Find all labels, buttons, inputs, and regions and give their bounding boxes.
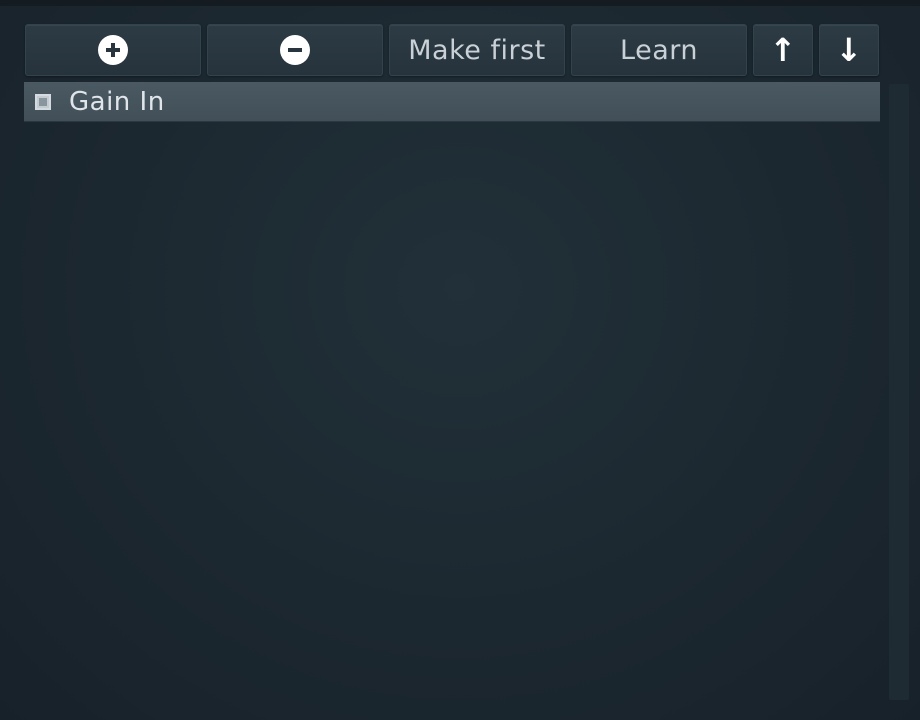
plus-circle-icon (98, 35, 128, 65)
toolbar: Make first Learn ↑ ↓ (25, 24, 880, 76)
parameter-list-window: Make first Learn ↑ ↓ Gain In (0, 0, 920, 720)
move-up-button[interactable]: ↑ (753, 24, 813, 76)
add-button[interactable] (25, 24, 201, 76)
scrollbar[interactable] (889, 84, 909, 700)
learn-label: Learn (620, 34, 698, 66)
parameter-list: Gain In (24, 82, 880, 702)
arrow-down-icon: ↓ (835, 31, 863, 69)
learn-button[interactable]: Learn (571, 24, 747, 76)
remove-button[interactable] (207, 24, 383, 76)
item-checkbox[interactable] (35, 93, 51, 110)
item-label: Gain In (69, 86, 165, 117)
make-first-button[interactable]: Make first (389, 24, 565, 76)
make-first-label: Make first (408, 34, 546, 66)
minus-circle-icon (280, 35, 310, 65)
arrow-up-icon: ↑ (769, 31, 797, 69)
list-item[interactable]: Gain In (24, 82, 880, 122)
move-down-button[interactable]: ↓ (819, 24, 879, 76)
